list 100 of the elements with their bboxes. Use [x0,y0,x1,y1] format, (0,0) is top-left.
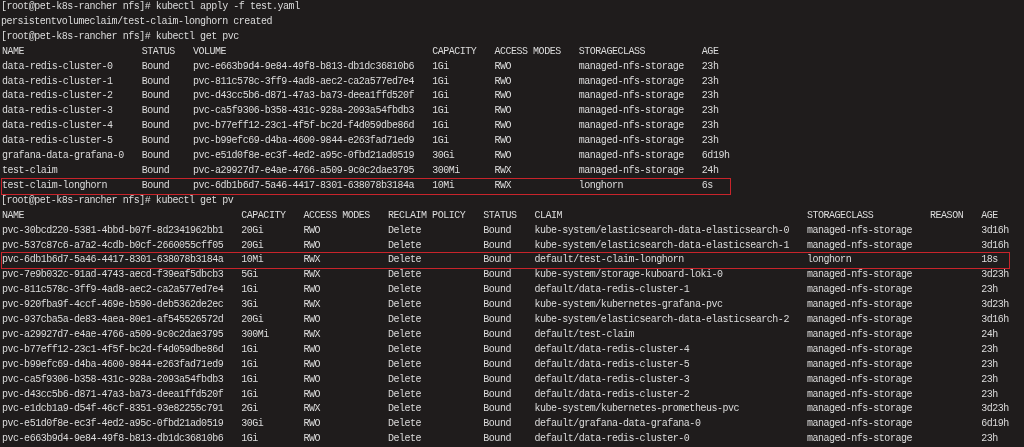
table-cell-text: kube-system/kubernetes-prometheus-pvc [534,402,741,417]
table-cell: 3d16h [981,313,1009,328]
table-cell-text: 23h [701,134,720,149]
table-cell-text: pvc-537c87c6-a7a2-4cdb-b0cf-2660055cff05 [2,238,224,253]
column-header: ACCESS MODES [303,208,370,223]
table-cell-text: RWX [303,268,322,283]
table-cell-text: managed-nfs-storage [806,327,913,342]
table-cell-text: 6d19h [981,417,1009,432]
table-cell-text: 23h [981,342,999,357]
table-cell-text: Bound [141,149,171,164]
table-cell-text: 1Gi [432,59,450,74]
table-cell-text: longhorn [806,253,853,268]
table-cell-text: RWX [303,253,322,268]
table-cell-text: default/data-redis-cluster-2 [534,387,691,402]
table-cell-text: Delete [387,417,423,432]
column-header: CLAIM [534,208,564,223]
column-header: AGE [701,44,720,59]
table-cell-text: 1Gi [432,89,450,104]
table-cell-text: 23h [981,432,999,447]
table-cell-text: 23h [701,104,720,119]
command-line: [root@pet-k8s-rancher nfs]# kubectl get pvc [1,29,239,44]
table-cell-text: default/data-redis-cluster-1 [534,283,691,298]
table-cell-text: managed-nfs-storage [806,298,913,313]
table-cell-text: Delete [387,372,423,387]
table-cell-text: pvc-e51d0f8e-ec3f-4ed2-a95c-0fbd21ad0519 [2,417,224,432]
table-cell-text: 3d16h [981,238,1009,253]
table-cell-text: Delete [387,268,423,283]
table-cell-text: managed-nfs-storage [578,134,684,149]
table-cell-text: 23h [701,59,720,74]
table-cell-text: Bound [483,432,512,447]
table-cell-text: data-redis-cluster-1 [2,74,114,89]
table-cell-text: 23h [981,387,999,402]
table-cell: 6d19h [701,149,730,164]
table-cell: pvc-e663b9d4-9e84-49f8-b813-db1dc36810b6 [2,432,224,447]
table-cell-text: Bound [483,402,512,417]
table-cell-text: pvc-a29927d7-e4ae-4766-a509-9c0c2dae3795 [192,163,415,178]
table-cell-text: pvc-a29927d7-e4ae-4766-a509-9c0c2dae3795 [2,327,224,342]
table-cell-text: pvc-d43cc5b6-d871-47a3-ba73-deea1ffd520f [2,387,224,402]
table-cell-text: Delete [387,283,423,298]
table-cell-text: Bound [483,283,512,298]
table-cell-text: managed-nfs-storage [806,223,913,238]
table-cell-text: data-redis-cluster-3 [2,104,114,119]
table-cell-text: managed-nfs-storage [578,74,684,89]
table-cell-text: RWX [303,327,322,342]
column-header: STATUS [141,44,175,59]
table-cell-text: longhorn [578,178,624,193]
table-cell-text: default/grafana-data-grafana-0 [534,417,702,432]
table-cell-text: RWO [494,59,512,74]
table-cell-text: default/test-claim [534,327,636,342]
table-cell-text: 20Gi [241,238,265,253]
table-cell-text: RWO [303,313,322,328]
table-cell-text: pvc-6db1b6d7-5a46-4417-8301-638078b3184a [192,178,415,193]
table-cell-text: kube-system/elasticsearch-data-elasticsearch-0 [534,223,789,238]
table-cell-text: 1Gi [241,357,259,372]
table-cell-text: Bound [483,342,512,357]
column-header: RECLAIM POLICY [387,208,466,223]
table-cell-text: managed-nfs-storage [806,238,913,253]
table-cell-text: RWX [303,298,322,313]
table-cell-text: RWO [303,283,322,298]
table-cell-text: pvc-e1dcb1a9-d54f-46cf-8351-93e82255c791 [2,402,224,417]
table-cell-text: Delete [387,298,423,313]
table-cell-text: pvc-ca5f9306-b358-431c-928a-2093a54fbdb3 [192,104,415,119]
table-cell-text: RWO [303,223,322,238]
table-cell-text: pvc-b99efc69-d4ba-4600-9844-e263fad71ed9 [192,134,415,149]
column-header: STATUS [483,208,517,223]
table-cell-text: Bound [141,59,171,74]
table-cell-text: Bound [483,223,512,238]
column-header: NAME [2,44,26,59]
table-cell-text: Bound [141,104,171,119]
table-cell-text: kube-system/storage-kuboard-loki-0 [534,268,724,283]
table-cell-text: default/data-redis-cluster-0 [534,432,691,447]
table-cell-text: pvc-e663b9d4-9e84-49f8-b813-db1dc36810b6 [192,59,415,74]
column-header: STORAGECLASS [578,44,647,59]
column-header: REASON [930,208,964,223]
table-cell-text: Bound [141,74,171,89]
table-cell-text: Delete [387,357,423,372]
table-cell-text: default/test-claim-longhorn [534,253,685,268]
table-cell-text: managed-nfs-storage [806,283,913,298]
table-cell-text: 24h [701,163,720,178]
table-cell-text: RWO [303,357,322,372]
table-cell-text: 6s [701,178,714,193]
table-cell-text: 10Mi [432,178,456,193]
table-cell-text: kube-system/elasticsearch-data-elasticsearch-1 [534,238,789,253]
table-cell: pvc-937cba5a-de83-4aea-80e1-af545526572d [2,313,224,328]
table-cell-text: 300Mi [432,163,461,178]
table-cell-text: pvc-7e9b032c-91ad-4743-aecd-f39eaf5dbcb3 [2,268,224,283]
table-cell-text: pvc-b77eff12-23c1-4f5f-bc2d-f4d059dbe86d [192,119,415,134]
table-cell-text: 1Gi [432,119,450,134]
table-cell-text: Bound [483,387,512,402]
table-cell-text: managed-nfs-storage [806,268,913,283]
table-cell-text: RWO [303,417,322,432]
table-cell-text: 1Gi [241,342,259,357]
table-cell-text: Bound [483,298,512,313]
table-cell-text: 3d23h [981,298,1009,313]
table-cell-text: managed-nfs-storage [806,402,913,417]
column-header: ACCESS MODES [494,44,561,59]
table-cell-text: test-claim-longhorn [2,178,109,193]
table-cell-text: Bound [141,119,171,134]
table-cell-text: default/data-redis-cluster-5 [534,357,691,372]
table-cell-text: Delete [387,313,423,328]
